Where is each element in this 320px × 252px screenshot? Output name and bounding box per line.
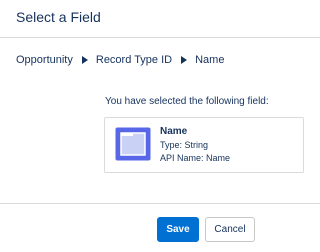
breadcrumb-item-opportunity[interactable]: Opportunity — [16, 54, 73, 66]
breadcrumb-item-name: Name — [195, 54, 225, 66]
cancel-button[interactable]: Cancel — [205, 217, 255, 242]
dialog-title: Select a Field — [16, 9, 101, 25]
save-button[interactable]: Save — [157, 217, 199, 242]
breadcrumb: Opportunity Record Type ID Name — [16, 53, 224, 67]
dialog-footer: Save Cancel — [0, 203, 320, 252]
selected-field-api-name: API Name: Name — [160, 153, 231, 163]
selected-field-type: Type: String — [160, 140, 209, 150]
string-field-icon — [115, 127, 151, 161]
selected-field-card: Name Type: String API Name: Name — [104, 117, 304, 173]
selected-field-name: Name — [160, 126, 188, 137]
breadcrumb-separator-icon — [81, 56, 88, 64]
dialog-header: Select a Field — [0, 0, 320, 38]
selection-prompt: You have selected the following field: — [105, 96, 269, 107]
breadcrumb-separator-icon — [181, 56, 188, 64]
breadcrumb-item-record-type-id[interactable]: Record Type ID — [96, 54, 172, 66]
